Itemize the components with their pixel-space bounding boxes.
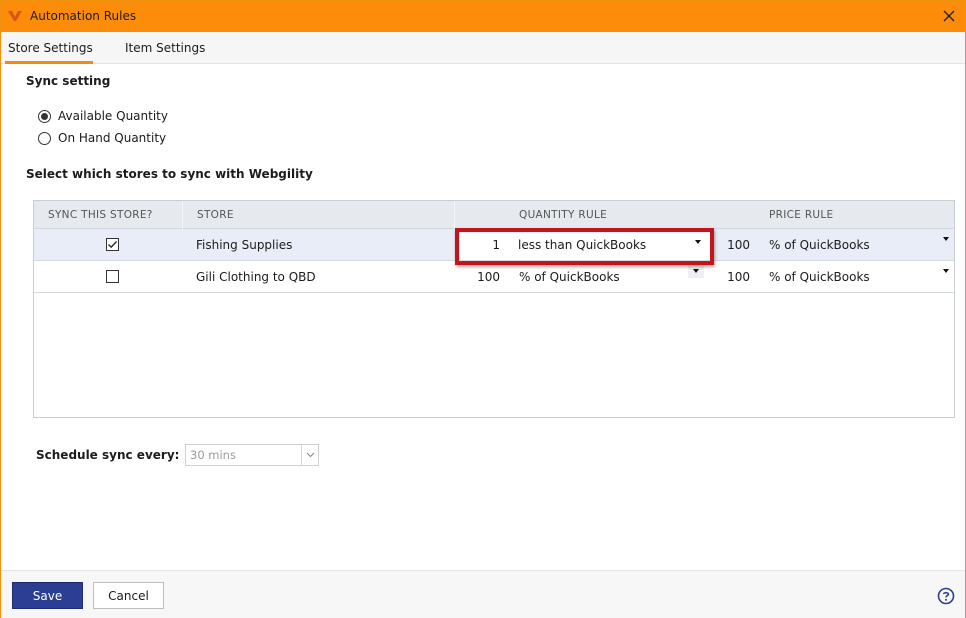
tab-store-settings[interactable]: Store Settings [8,41,93,55]
radio-available-quantity[interactable]: Available Quantity [38,108,168,124]
schedule-sync-select[interactable]: 30 mins [185,444,319,466]
table-row[interactable]: Gili Clothing to QBD 100 % of QuickBooks… [34,261,954,293]
sync-setting-title: Sync setting [26,74,111,88]
automation-rules-window: Automation Rules Store Settings Item Set… [0,0,966,618]
header-store: STORE [197,209,234,221]
title-bar: Automation Rules [1,1,965,32]
quantity-rule-select[interactable]: % of QuickBooks [519,270,620,284]
schedule-sync-label: Schedule sync every: [36,448,180,462]
caret-down-icon[interactable] [692,236,704,246]
sync-store-checkbox[interactable] [106,270,119,283]
tab-item-settings[interactable]: Item Settings [125,41,205,55]
caret-down-icon[interactable] [938,232,954,246]
quantity-value[interactable]: 100 [477,270,500,284]
quantity-value-input[interactable]: 1 [492,238,500,252]
quantity-rule-dropdown[interactable]: less than QuickBooks [518,238,646,252]
cancel-button[interactable]: Cancel [93,582,164,609]
webgility-logo-icon [8,11,22,21]
radio-label-on-hand: On Hand Quantity [58,131,167,145]
store-name: Fishing Supplies [196,238,293,252]
help-icon[interactable] [937,587,955,605]
checkmark-icon [108,241,117,249]
sync-store-checkbox[interactable] [106,238,119,251]
radio-on-hand-quantity[interactable]: On Hand Quantity [38,130,166,146]
price-rule-select[interactable]: % of QuickBooks [769,238,870,252]
price-rule-select[interactable]: % of QuickBooks [769,270,870,284]
price-value[interactable]: 100 [727,270,750,284]
header-quantity-rule: QUANTITY RULE [519,209,608,221]
save-button[interactable]: Save [12,582,83,609]
radio-button-selected[interactable] [38,109,51,123]
header-sync-this-store: SYNC THIS STORE? [48,209,153,221]
close-icon[interactable] [939,6,959,26]
radio-button[interactable] [38,131,51,145]
caret-down-icon[interactable] [688,264,704,278]
header-separator [454,201,455,229]
price-value[interactable]: 100 [727,238,750,252]
window-title: Automation Rules [30,9,137,23]
stores-section-title: Select which stores to sync with Webgili… [26,167,313,181]
active-tab-indicator [5,61,93,64]
chevron-down-icon[interactable] [301,445,318,465]
schedule-sync-value: 30 mins [190,448,236,462]
grid-header: SYNC THIS STORE? STORE QUANTITY RULE PRI… [34,201,954,229]
quantity-rule-editor[interactable]: 1 less than QuickBooks [460,233,710,260]
store-name: Gili Clothing to QBD [196,270,316,284]
tab-bar: Store Settings Item Settings [1,32,965,64]
footer-bar: Save Cancel [1,570,965,618]
header-separator [182,201,183,229]
caret-down-icon[interactable] [938,264,954,278]
header-price-rule: PRICE RULE [769,209,834,221]
radio-label-available: Available Quantity [58,109,168,123]
